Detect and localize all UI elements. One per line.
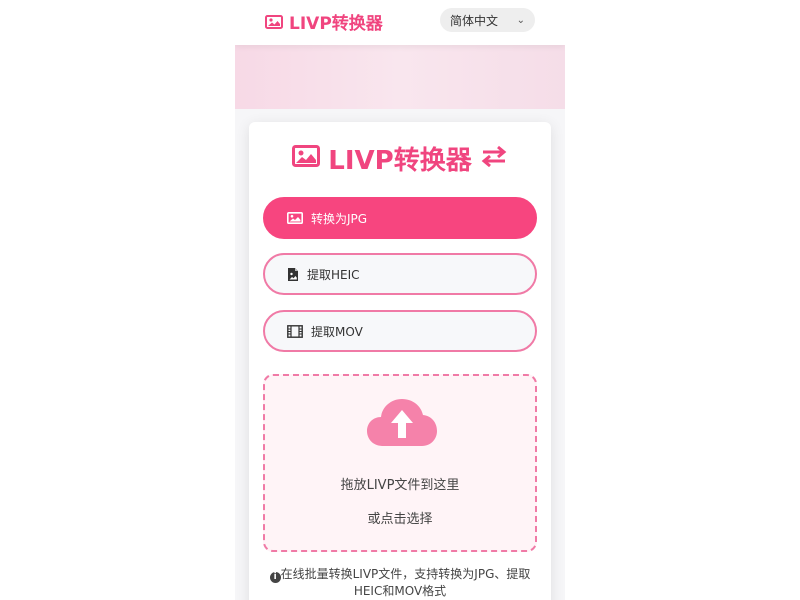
info-icon: i: [269, 572, 281, 583]
file-image-icon: [287, 267, 299, 282]
dropzone-secondary-text: 或点击选择: [367, 512, 433, 527]
extract-mov-button[interactable]: 提取MOV: [263, 310, 537, 352]
button-label: 提取MOV: [311, 324, 363, 339]
dropzone-primary-text: 拖放LIVP文件到这里: [340, 478, 460, 493]
image-icon: [292, 144, 321, 174]
banner: [235, 45, 565, 109]
file-dropzone[interactable]: 拖放LIVP文件到这里 或点击选择: [263, 374, 537, 552]
exchange-icon: [480, 144, 508, 174]
brand-logo[interactable]: LIVP转换器: [265, 9, 383, 34]
film-icon: [287, 324, 303, 338]
top-header: LIVP转换器 简体中文 ⌄: [235, 0, 565, 45]
button-label: 提取HEIC: [307, 267, 360, 282]
button-label: 转换为JPG: [311, 211, 368, 226]
converter-card: LIVP转换器 转换为JPG 提取HEIC 提取MOV 拖放LIVP文件到这里 …: [249, 122, 551, 600]
extract-heic-button[interactable]: 提取HEIC: [263, 253, 537, 295]
language-select[interactable]: 简体中文 ⌄: [440, 8, 535, 32]
image-icon: [265, 14, 283, 29]
language-value: 简体中文: [450, 13, 499, 28]
info-description: 在线批量转换LIVP文件，支持转换为JPG、提取HEIC和MOV格式: [280, 567, 531, 598]
chevron-down-icon: ⌄: [516, 14, 525, 26]
convert-jpg-button[interactable]: 转换为JPG: [263, 197, 537, 239]
cloud-upload-icon: [365, 396, 439, 452]
app-viewport: LIVP转换器 简体中文 ⌄ LIVP转换器 转换为JPG 提取HEIC 提取M…: [235, 0, 565, 600]
brand-name: LIVP转换器: [289, 14, 383, 34]
image-icon: [287, 212, 303, 224]
page-title: LIVP转换器: [249, 140, 551, 177]
title-text: LIVP转换器: [328, 146, 472, 176]
info-text: i 在线批量转换LIVP文件，支持转换为JPG、提取HEIC和MOV格式: [263, 566, 537, 600]
